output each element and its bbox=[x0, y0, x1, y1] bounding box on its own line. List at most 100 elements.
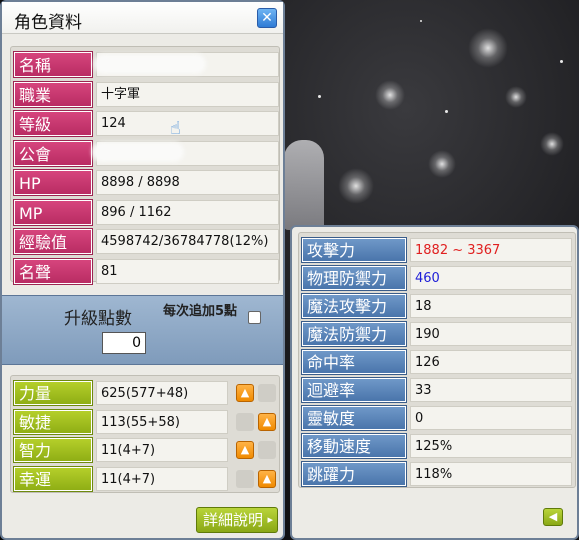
redacted-guild bbox=[92, 142, 184, 162]
detail-row: 攻擊力 1882 ~ 3367 bbox=[301, 236, 575, 264]
star bbox=[560, 60, 563, 63]
detail-value: 125% bbox=[410, 434, 572, 458]
detail-label: 移動速度 bbox=[301, 433, 407, 459]
profile-value: 8898 / 8898 bbox=[96, 170, 279, 196]
star-glow bbox=[540, 132, 564, 156]
profile-label: 名稱 bbox=[13, 51, 93, 79]
stat-value: 113(55+58) bbox=[96, 409, 228, 434]
level-up-points: 0 bbox=[102, 332, 146, 354]
profile-row: HP 8898 / 8898 bbox=[13, 168, 279, 198]
detail-value: 126 bbox=[410, 350, 572, 374]
detail-label: 迴避率 bbox=[301, 377, 407, 403]
detail-label: 跳躍力 bbox=[301, 461, 407, 487]
detail-value: 460 bbox=[410, 266, 572, 290]
detail-value: 1882 ~ 3367 bbox=[410, 238, 572, 262]
stat-row: 幸運 11(4+7) ▲ bbox=[13, 465, 279, 494]
arrow-up-icon[interactable]: ▲ bbox=[236, 441, 254, 460]
detail-value: 18 bbox=[410, 294, 572, 318]
detail-label: 命中率 bbox=[301, 349, 407, 375]
detail-row: 命中率 126 bbox=[301, 348, 575, 376]
detail-row: 魔法攻擊力 18 bbox=[301, 292, 575, 320]
detail-stats-window: 攻擊力 1882 ~ 3367 物理防禦力 460 魔法攻擊力 18 魔法防禦力 190 命中率… bbox=[290, 225, 579, 540]
profile-row: MP 896 / 1162 bbox=[13, 198, 279, 228]
profile-label: 公會 bbox=[13, 139, 93, 167]
profile-row: 經驗值 4598742/36784778(12%) bbox=[13, 227, 279, 257]
level-up-label: 升級點數 bbox=[64, 309, 132, 329]
profile-value: 十字軍 bbox=[96, 81, 279, 107]
redacted-name bbox=[94, 54, 206, 74]
detail-panel: 攻擊力 1882 ~ 3367 物理防禦力 460 魔法攻擊力 18 魔法防禦力 190 命中率… bbox=[298, 232, 576, 488]
profile-value: 896 / 1162 bbox=[96, 199, 279, 225]
profile-row: 等級 124 bbox=[13, 109, 279, 139]
detail-row: 物理防禦力 460 bbox=[301, 264, 575, 292]
profile-label: 經驗值 bbox=[13, 228, 93, 256]
detail-row: 移動速度 125% bbox=[301, 432, 575, 460]
title-bar[interactable]: 角色資料 ✕ bbox=[2, 2, 283, 34]
detail-label: 魔法防禦力 bbox=[301, 321, 407, 347]
profile-value: 4598742/36784778(12%) bbox=[96, 229, 279, 255]
empty-slot bbox=[236, 469, 254, 488]
detail-button[interactable]: 詳細說明 ▸ bbox=[196, 507, 278, 533]
star bbox=[420, 20, 422, 22]
stat-row: 智力 11(4+7) ▲ bbox=[13, 436, 279, 465]
window-title: 角色資料 bbox=[14, 13, 82, 33]
auto-assign-checkbox[interactable] bbox=[248, 311, 261, 324]
star bbox=[318, 95, 321, 98]
stat-label: 智力 bbox=[13, 437, 93, 464]
level-up-panel: 升級點數 0 每次追加5點 bbox=[2, 295, 283, 365]
stat-label: 力量 bbox=[13, 380, 93, 407]
star-glow bbox=[468, 28, 508, 68]
stat-value: 11(4+7) bbox=[96, 466, 228, 491]
stat-value: 625(577+48) bbox=[96, 381, 228, 406]
arrow-up-icon[interactable]: ▲ bbox=[258, 469, 276, 488]
star bbox=[445, 110, 448, 113]
stat-buttons: ▲ bbox=[236, 441, 276, 460]
stat-label: 敏捷 bbox=[13, 408, 93, 435]
back-arrow-icon[interactable]: ◀ bbox=[543, 508, 563, 526]
hand-cursor-icon: ☝ bbox=[170, 118, 181, 139]
profile-row: 職業 十字軍 bbox=[13, 80, 279, 110]
stat-row: 敏捷 113(55+58) ▲ bbox=[13, 408, 279, 437]
detail-value: 190 bbox=[410, 322, 572, 346]
profile-label: MP bbox=[13, 198, 93, 226]
detail-value: 33 bbox=[410, 378, 572, 402]
arrow-up-icon[interactable]: ▲ bbox=[258, 412, 276, 431]
detail-value: 0 bbox=[410, 406, 572, 430]
detail-row: 靈敏度 0 bbox=[301, 404, 575, 432]
detail-row: 迴避率 33 bbox=[301, 376, 575, 404]
detail-row: 魔法防禦力 190 bbox=[301, 320, 575, 348]
profile-label: 職業 bbox=[13, 80, 93, 108]
profile-row: 名聲 81 bbox=[13, 257, 279, 287]
stat-label: 幸運 bbox=[13, 465, 93, 492]
chevron-right-icon: ▸ bbox=[267, 513, 273, 526]
close-icon[interactable]: ✕ bbox=[257, 8, 277, 28]
star-glow bbox=[338, 168, 374, 204]
profile-label: HP bbox=[13, 169, 93, 197]
character-info-window: 角色資料 ✕ 名稱 職業 十字軍 等級 124 公會 HP 8898 / 889… bbox=[0, 0, 285, 540]
arrow-up-icon[interactable]: ▲ bbox=[236, 384, 254, 403]
stat-buttons: ▲ bbox=[236, 384, 276, 403]
detail-label: 靈敏度 bbox=[301, 405, 407, 431]
stat-buttons: ▲ bbox=[236, 469, 276, 488]
profile-label: 等級 bbox=[13, 110, 93, 138]
detail-label: 物理防禦力 bbox=[301, 265, 407, 291]
empty-slot bbox=[236, 412, 254, 431]
profile-panel: 名稱 職業 十字軍 等級 124 公會 HP 8898 / 8898 MP 89… bbox=[10, 46, 280, 285]
detail-button-label: 詳細說明 bbox=[203, 511, 264, 529]
profile-label: 名聲 bbox=[13, 257, 93, 285]
profile-value: 81 bbox=[96, 258, 279, 284]
star-glow bbox=[428, 150, 456, 178]
detail-row: 跳躍力 118% bbox=[301, 460, 575, 488]
profile-value: 124 bbox=[96, 111, 279, 137]
stat-value: 11(4+7) bbox=[96, 438, 228, 463]
stats-panel: 力量 625(577+48) ▲ 敏捷 113(55+58) ▲ 智力 11(4… bbox=[10, 375, 280, 493]
detail-label: 攻擊力 bbox=[301, 237, 407, 263]
auto-assign-label: 每次追加5點 bbox=[162, 304, 238, 319]
star-glow bbox=[505, 86, 527, 108]
character-sprite bbox=[284, 140, 324, 230]
stat-buttons: ▲ bbox=[236, 412, 276, 431]
empty-slot bbox=[258, 384, 276, 403]
detail-value: 118% bbox=[410, 462, 572, 486]
stat-row: 力量 625(577+48) ▲ bbox=[13, 379, 279, 408]
empty-slot bbox=[258, 441, 276, 460]
